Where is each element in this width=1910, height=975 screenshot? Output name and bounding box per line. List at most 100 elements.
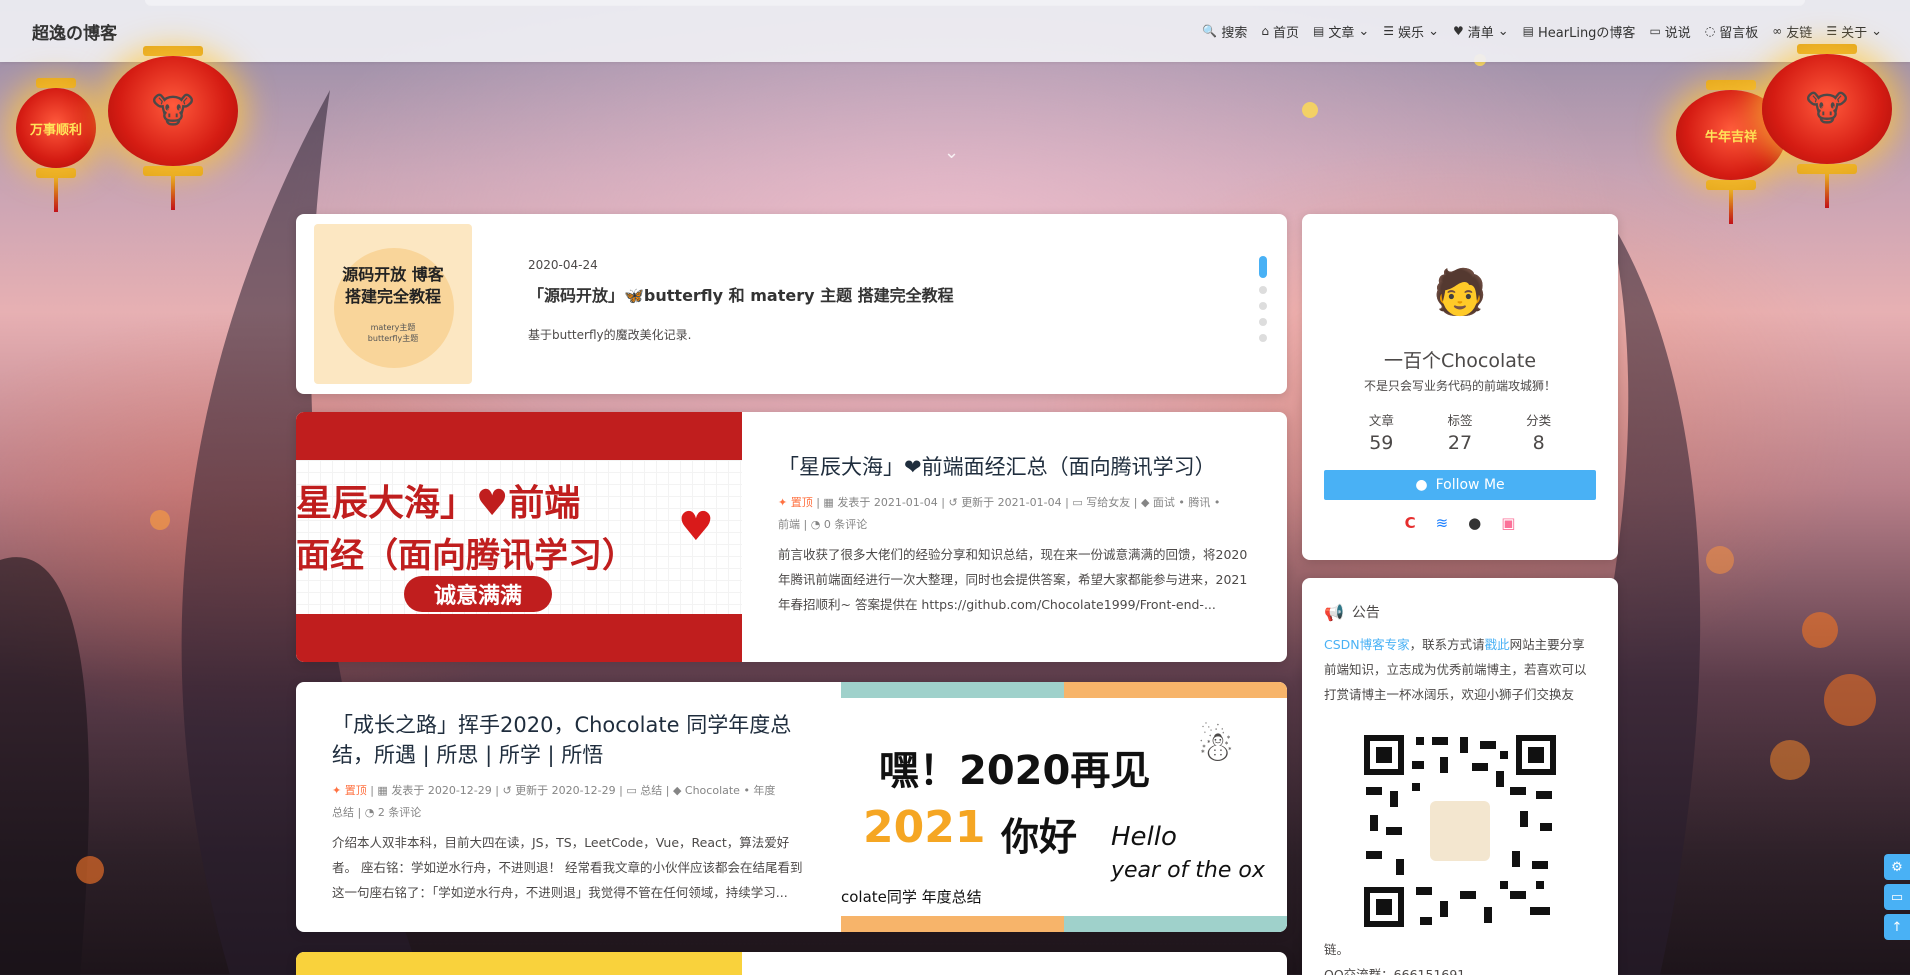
slider-dot[interactable] (1259, 318, 1267, 326)
slider-dot-active[interactable] (1259, 256, 1267, 278)
comment-icon[interactable]: ▭ (1884, 884, 1910, 910)
slider-dot[interactable] (1259, 286, 1267, 294)
post-tags-2[interactable]: 总结 (332, 806, 354, 819)
slider-title[interactable]: 「源码开放」🦋butterfly 和 matery 主题 搭建完全教程 (528, 282, 954, 306)
post-tags-2[interactable]: 前端 (778, 518, 800, 531)
bullhorn-icon: 📢 (1324, 602, 1344, 622)
nav-item-label: 说说 (1664, 25, 1691, 41)
ox-icon: 🐮 (151, 90, 195, 132)
slider-cover-line1: 源码开放 博客 (342, 265, 444, 284)
nav-item-label: HearLingの博客 (1538, 25, 1636, 41)
scroll-down-icon[interactable]: ⌄ (944, 142, 959, 163)
gear-icon[interactable]: ⚙ (1884, 854, 1910, 880)
csdn-link[interactable]: CSDN博客专家 (1324, 637, 1410, 652)
chevron-down-icon: ⌄ (1871, 23, 1882, 39)
nav-item[interactable]: ☰ 娱乐 ⌄ (1383, 22, 1439, 41)
post-title[interactable]: 「成长之路」挥手2020，Chocolate 同学年度总结，所遇 | 所思 | … (332, 710, 811, 770)
tag-icon: ◆ (1140, 496, 1150, 509)
stat-categories[interactable]: 分类 8 (1526, 410, 1551, 454)
book-icon: ▤ (1522, 24, 1534, 38)
nav-item[interactable]: ▭ 说说 (1649, 22, 1690, 41)
author-bio: 不是只会写业务代码的前端攻城狮！ (1363, 379, 1556, 393)
avatar-icon: 🧑 (1432, 267, 1488, 318)
tag-icon: ◆ (672, 784, 682, 797)
stat-value: 59 (1369, 432, 1394, 454)
nav-menu: 🔍 搜索 ⌂ 首页 ▤ 文章 ⌄ ☰ 娱乐 ⌄ ♥ 清单 ⌄ ▤ HearLingの博客 ▭ 说说 ◌ 留言板 ∞ 友链… (1202, 22, 1882, 41)
nav-item-label: 文章 (1328, 25, 1355, 41)
post-card-partial[interactable] (296, 952, 1287, 975)
sticky-label: 置顶 (344, 784, 367, 797)
github-icon[interactable]: ● (1468, 514, 1481, 532)
nav-item[interactable]: 🔍 搜索 (1202, 22, 1247, 41)
comment-count[interactable]: 0 条评论 (824, 518, 868, 531)
announcement-body: CSDN博客专家，联系方式请戳此网站主要分享前端知识，立志成为优秀前端博主，若喜… (1324, 632, 1596, 707)
post-cover-line4: Hello (1111, 822, 1177, 852)
nav-item-label: 首页 (1273, 25, 1300, 41)
nav-item[interactable]: ⌂ 首页 (1261, 22, 1299, 41)
nav-item[interactable]: ▤ HearLingの博客 (1523, 22, 1636, 41)
link-icon: ∞ (1772, 24, 1783, 38)
lantern-right-large: 🐮 (1762, 44, 1892, 208)
slider-cover-sub2: butterfly主题 (367, 334, 419, 343)
post-category[interactable]: 总结 (640, 784, 662, 797)
post-cover[interactable]: 星辰大海」♥前端 面经（面向腾讯学习） 诚意满满 ♥ (296, 412, 742, 662)
nav-item[interactable]: ∞ 友链 (1772, 22, 1812, 41)
top-navbar: 超逸の博客 🔍 搜索 ⌂ 首页 ▤ 文章 ⌄ ☰ 娱乐 ⌄ ♥ 清单 ⌄ ▤ HearLingの博客 ▭ 说说 ◌… (0, 0, 1910, 62)
bilibili-icon[interactable]: ▣ (1501, 514, 1515, 532)
slider-cover-line2: 搭建完全教程 (344, 287, 441, 306)
follow-button[interactable]: ● Follow Me (1324, 470, 1596, 500)
announcement-title: 公告 (1351, 605, 1380, 621)
qr-code-icon (1364, 735, 1556, 927)
contact-link[interactable]: 戳此 (1485, 637, 1510, 652)
site-brand[interactable]: 超逸の博客 (32, 19, 117, 44)
update-date: 更新于 2021-01-04 (961, 496, 1062, 509)
post-meta: ✦ 置顶 | ▦ 发表于 2021-01-04 | ↺ 更新于 2021-01-… (778, 496, 1221, 531)
post-cover-line1: 星辰大海」♥前端 (296, 483, 581, 524)
nav-item-label: 搜索 (1221, 25, 1248, 41)
post-tags[interactable]: Chocolate • 年度 (685, 784, 776, 797)
book-icon: ▤ (1313, 24, 1325, 38)
stat-tags[interactable]: 标签 27 (1447, 410, 1472, 454)
nav-item[interactable]: ▤ 文章 ⌄ (1313, 22, 1369, 41)
slider-date: 2020-04-24 (528, 258, 598, 272)
social-links: C ≋ ● ▣ (1302, 514, 1618, 532)
nav-item-label: 友链 (1786, 25, 1813, 41)
slider-cover[interactable]: 源码开放 博客 搭建完全教程 matery主题 butterfly主题 (314, 224, 472, 384)
announcement-tail: 链。 (1324, 942, 1350, 957)
arrow-up-icon[interactable]: ↑ (1884, 914, 1910, 940)
lantern-right-text: 牛年吉祥 (1704, 129, 1757, 145)
update-date: 更新于 2020-12-29 (515, 784, 616, 797)
lantern-left-text: 万事顺利 (29, 122, 82, 138)
inbox-icon: ▭ (626, 784, 637, 797)
nav-item[interactable]: ☰ 关于 ⌄ (1826, 22, 1882, 41)
slider-dot[interactable] (1259, 302, 1267, 310)
comment-count[interactable]: 2 条评论 (378, 806, 422, 819)
nav-item[interactable]: ◌ 留言板 (1705, 22, 1759, 41)
lantern-left-large: 🐮 (108, 46, 238, 210)
stat-value: 27 (1447, 432, 1473, 454)
slider-dot[interactable] (1259, 334, 1267, 342)
post-title[interactable]: 「星辰大海」❤前端面经汇总（面向腾讯学习） (778, 452, 1251, 482)
floating-tools: ⚙ ▭ ↑ (1884, 854, 1910, 940)
post-category[interactable]: 写给女友 (1086, 496, 1130, 509)
juejin-icon[interactable]: ≋ (1436, 514, 1449, 532)
post-excerpt: 介绍本人双非本科，目前大四在读，JS，TS，LeetCode，Vue，React… (332, 835, 803, 900)
stat-articles[interactable]: 文章 59 (1369, 410, 1394, 454)
post-cover-line2: 2021 (863, 802, 986, 853)
post-cover-line6: colate同学 年度总结 (841, 888, 982, 906)
publish-date: 发表于 2021-01-04 (837, 496, 938, 509)
snowman-icon: ☃ (1197, 722, 1235, 771)
avatar[interactable]: 🧑 (1420, 252, 1500, 332)
nav-item[interactable]: ♥ 清单 ⌄ (1453, 22, 1509, 41)
post-cover[interactable]: 嘿！2020再见 2021 你好 Hello year of the ox co… (841, 682, 1287, 932)
message-icon: ◌ (1704, 24, 1716, 38)
follow-label: Follow Me (1435, 477, 1505, 493)
csdn-icon[interactable]: C (1405, 514, 1416, 532)
post-card: 星辰大海」♥前端 面经（面向腾讯学习） 诚意满满 ♥ 「星辰大海」❤前端面经汇总… (296, 412, 1287, 662)
post-tags[interactable]: 面试 • 腾讯 • (1153, 496, 1220, 509)
post-excerpt: 前言收获了很多大佬们的经验分享和知识总结，现在来一份诚意满满的回馈，将2020年… (778, 547, 1248, 612)
slider-pagination (1259, 256, 1267, 342)
post-meta: ✦ 置顶 | ▦ 发表于 2020-12-29 | ↺ 更新于 2020-12-… (332, 784, 776, 819)
featured-slider[interactable]: 源码开放 博客 搭建完全教程 matery主题 butterfly主题 2020… (296, 214, 1287, 394)
stat-label: 文章 (1368, 413, 1394, 428)
